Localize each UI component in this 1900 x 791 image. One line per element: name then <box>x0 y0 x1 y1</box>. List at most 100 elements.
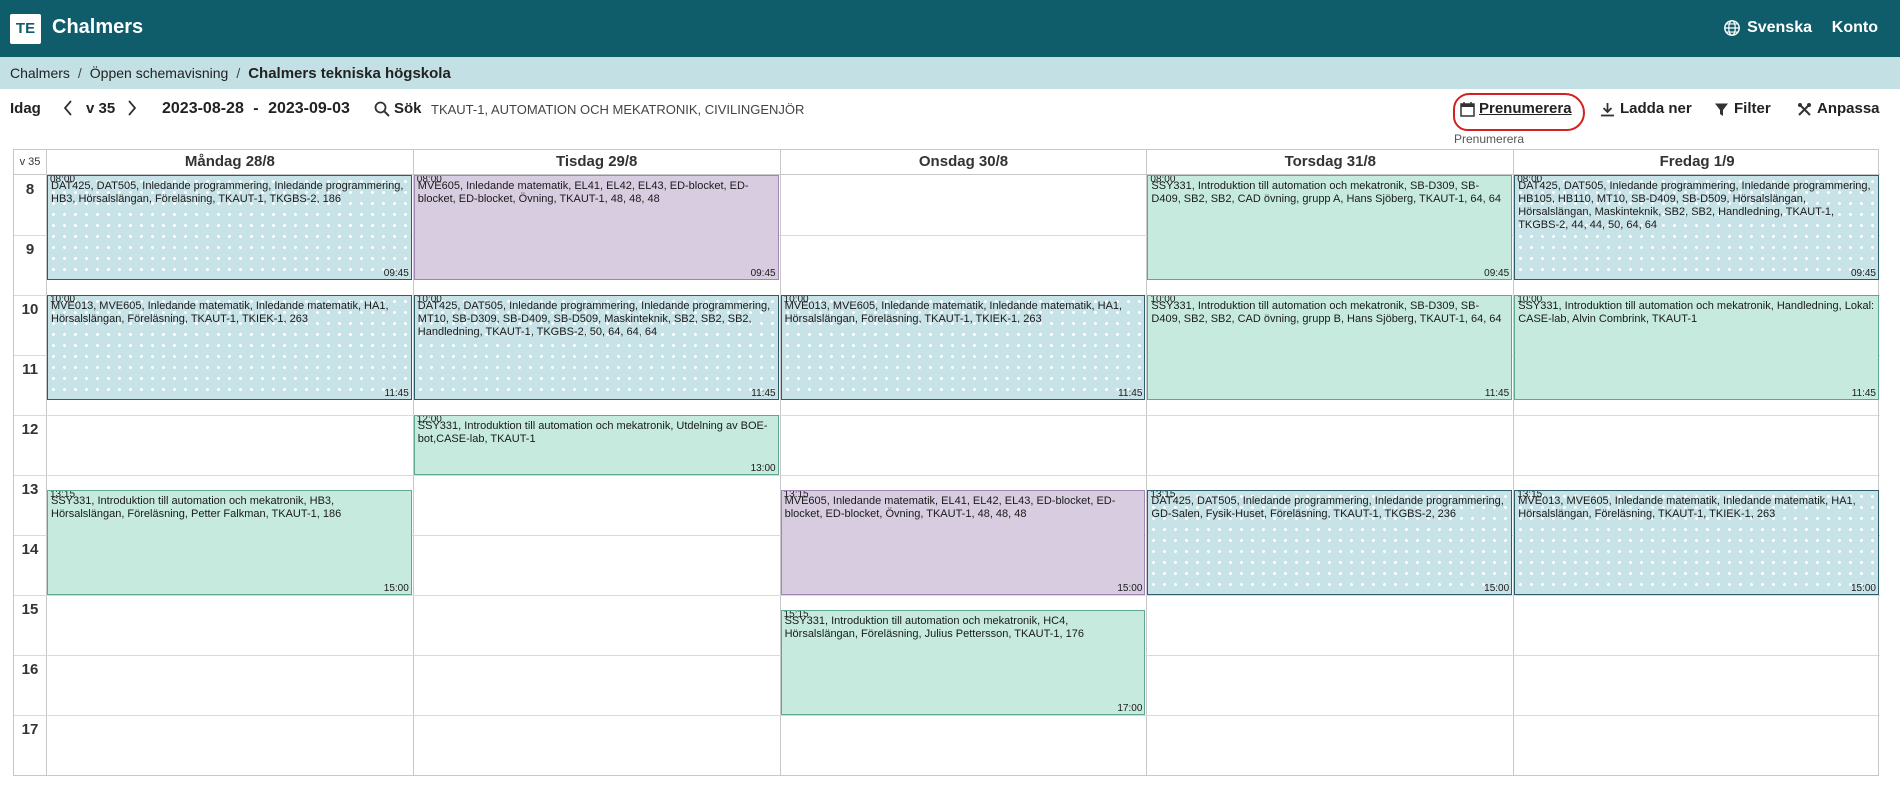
date-separator: - <box>253 100 259 117</box>
event-description: MVE013, MVE605, Inledande matematik, Inl… <box>1518 495 1856 520</box>
language-button[interactable]: Svenska <box>1723 19 1812 37</box>
event-start-time: 15:15 <box>783 610 809 620</box>
event-description: DAT425, DAT505, Inledande programmering,… <box>417 300 771 338</box>
breadcrumb-open-schedule[interactable]: Öppen schemavisning <box>90 65 229 81</box>
event-end-time: 13:00 <box>750 463 776 474</box>
breadcrumb-chalmers[interactable]: Chalmers <box>10 65 70 81</box>
schedule-event[interactable]: 13:15 MVE605, Inledande matematik, EL41, … <box>780 490 1146 595</box>
day-header: Torsdag 31/8 <box>1146 150 1514 175</box>
schedule-event[interactable]: 08:00 DAT425, DAT505, Inledande programme… <box>47 175 412 280</box>
event-start-time: 08:00 <box>1150 175 1176 185</box>
schedule-event[interactable]: 15:15 SSY331, Introduktion till automatio… <box>780 610 1146 715</box>
filter-label: Filter <box>1734 100 1771 117</box>
chevron-left-icon <box>63 100 72 116</box>
event-description: SSY331, Introduktion till automation och… <box>1151 300 1502 325</box>
hour-label: 16 <box>21 661 39 678</box>
download-button[interactable]: Ladda ner <box>1600 100 1692 118</box>
event-end-time: 15:00 <box>1484 583 1510 594</box>
hour-label: 9 <box>25 241 35 258</box>
app-name[interactable]: Chalmers <box>52 16 143 39</box>
breadcrumb-separator: / <box>236 65 241 81</box>
event-end-time: 15:00 <box>383 583 409 594</box>
breadcrumb-current: Chalmers tekniska högskola <box>248 64 451 82</box>
hour-label: 13 <box>21 481 39 498</box>
hour-gridline <box>14 475 1880 476</box>
schedule-event[interactable]: 10:00 DAT425, DAT505, Inledande programme… <box>413 295 779 400</box>
date-from: 2023-08-28 <box>162 100 244 117</box>
hour-gridline <box>14 415 1880 416</box>
schedule-event[interactable]: 10:00 MVE013, MVE605, Inledande matematik… <box>780 295 1146 400</box>
subscribe-highlight-circle <box>1453 93 1585 131</box>
event-description: SSY331, Introduktion till automation och… <box>417 420 768 445</box>
schedule-event[interactable]: 13:15 MVE013, MVE605, Inledande matematik… <box>1514 490 1879 595</box>
event-description: SSY331, Introduktion till automation och… <box>784 615 1084 640</box>
te-logo[interactable]: TE <box>10 14 41 44</box>
event-end-time: 11:45 <box>1484 388 1510 399</box>
breadcrumb-separator: / <box>77 65 82 81</box>
event-end-time: 11:45 <box>1851 388 1876 399</box>
event-start-time: 13:15 <box>1150 490 1176 500</box>
subscribe-tooltip: Prenumerera <box>1454 132 1525 146</box>
event-description: SSY331, Introduktion till automation och… <box>1518 300 1875 325</box>
schedule-event[interactable]: 08:00 MVE605, Inledande matematik, EL41, … <box>413 175 779 280</box>
week-calendar: v 35 Måndag 28/8 Tisdag 29/8 Onsdag 30/8 To… <box>13 149 1880 776</box>
day-header: Onsdag 30/8 <box>779 150 1147 175</box>
account-button[interactable]: Konto <box>1832 19 1878 37</box>
event-description: SSY331, Introduktion till automation och… <box>51 495 342 520</box>
event-start-time: 10:00 <box>50 295 76 305</box>
prev-week-button[interactable] <box>62 99 74 122</box>
event-description: DAT425, DAT505, Inledande programmering,… <box>1518 180 1871 231</box>
hour-gridline <box>14 595 1880 596</box>
event-description: MVE605, Inledande matematik, EL41, EL42,… <box>417 180 749 205</box>
tools-icon <box>1798 102 1811 116</box>
event-start-time: 08:00 <box>416 175 442 185</box>
hour-label: 11 <box>22 361 38 378</box>
hour-label: 15 <box>21 601 39 618</box>
search-query[interactable]: TKAUT-1, AUTOMATION OCH MEKATRONIK, CIVI… <box>431 101 804 119</box>
hour-label: 17 <box>21 721 39 738</box>
search-button[interactable]: Sök <box>374 100 422 118</box>
event-start-time: 08:00 <box>1517 175 1543 185</box>
customize-button[interactable]: Anpassa <box>1797 100 1880 118</box>
event-end-time: 09:45 <box>383 268 409 279</box>
download-icon <box>1601 102 1614 116</box>
date-range[interactable]: 2023-08-28 - 2023-09-03 <box>162 100 350 118</box>
event-start-time: 10:00 <box>1150 295 1176 305</box>
event-start-time: 12:00 <box>416 415 442 425</box>
hour-label: 10 <box>21 301 39 318</box>
event-description: SSY331, Introduktion till automation och… <box>1151 180 1501 205</box>
schedule-event[interactable]: 10:00 SSY331, Introduktion till automatio… <box>1147 295 1513 400</box>
schedule-event[interactable]: 13:15 SSY331, Introduktion till automatio… <box>47 490 412 595</box>
hour-label: 8 <box>25 181 35 198</box>
event-start-time: 13:15 <box>50 490 76 500</box>
schedule-event[interactable]: 08:00 DAT425, DAT505, Inledande programme… <box>1514 175 1879 280</box>
today-button[interactable]: Idag <box>10 100 41 118</box>
week-label: v 35 <box>86 100 116 117</box>
event-start-time: 13:15 <box>783 490 809 500</box>
event-description: DAT425, DAT505, Inledande programmering,… <box>51 180 404 205</box>
schedule-event[interactable]: 08:00 SSY331, Introduktion till automatio… <box>1147 175 1513 280</box>
event-start-time: 13:15 <box>1517 490 1543 500</box>
search-icon <box>374 101 390 117</box>
filter-icon <box>1715 103 1728 116</box>
day-header: Måndag 28/8 <box>46 150 413 175</box>
filter-button[interactable]: Filter <box>1714 100 1771 118</box>
day-header: Fredag 1/9 <box>1513 150 1880 175</box>
event-description: MVE605, Inledande matematik, EL41, EL42,… <box>784 495 1116 520</box>
event-start-time: 10:00 <box>416 295 442 305</box>
date-to: 2023-09-03 <box>268 100 350 117</box>
event-end-time: 11:45 <box>751 388 776 399</box>
next-week-button[interactable] <box>126 99 138 122</box>
hour-gridline <box>14 715 1880 716</box>
language-label: Svenska <box>1747 19 1812 36</box>
chevron-right-icon <box>128 100 137 116</box>
schedule-event[interactable]: 10:00 MVE013, MVE605, Inledande matematik… <box>47 295 412 400</box>
hour-label: 14 <box>21 541 39 558</box>
event-end-time: 15:00 <box>1850 583 1876 594</box>
schedule-event[interactable]: 13:15 DAT425, DAT505, Inledande programme… <box>1147 490 1513 595</box>
schedule-event[interactable]: 10:00 SSY331, Introduktion till automatio… <box>1514 295 1879 400</box>
globe-icon <box>1724 20 1740 36</box>
toolbar: Idag v 35 2023-08-28 - 2023-09-03 Sök TK… <box>0 89 1900 129</box>
schedule-event[interactable]: 12:00 SSY331, Introduktion till automatio… <box>413 415 779 475</box>
event-start-time: 10:00 <box>783 295 809 305</box>
